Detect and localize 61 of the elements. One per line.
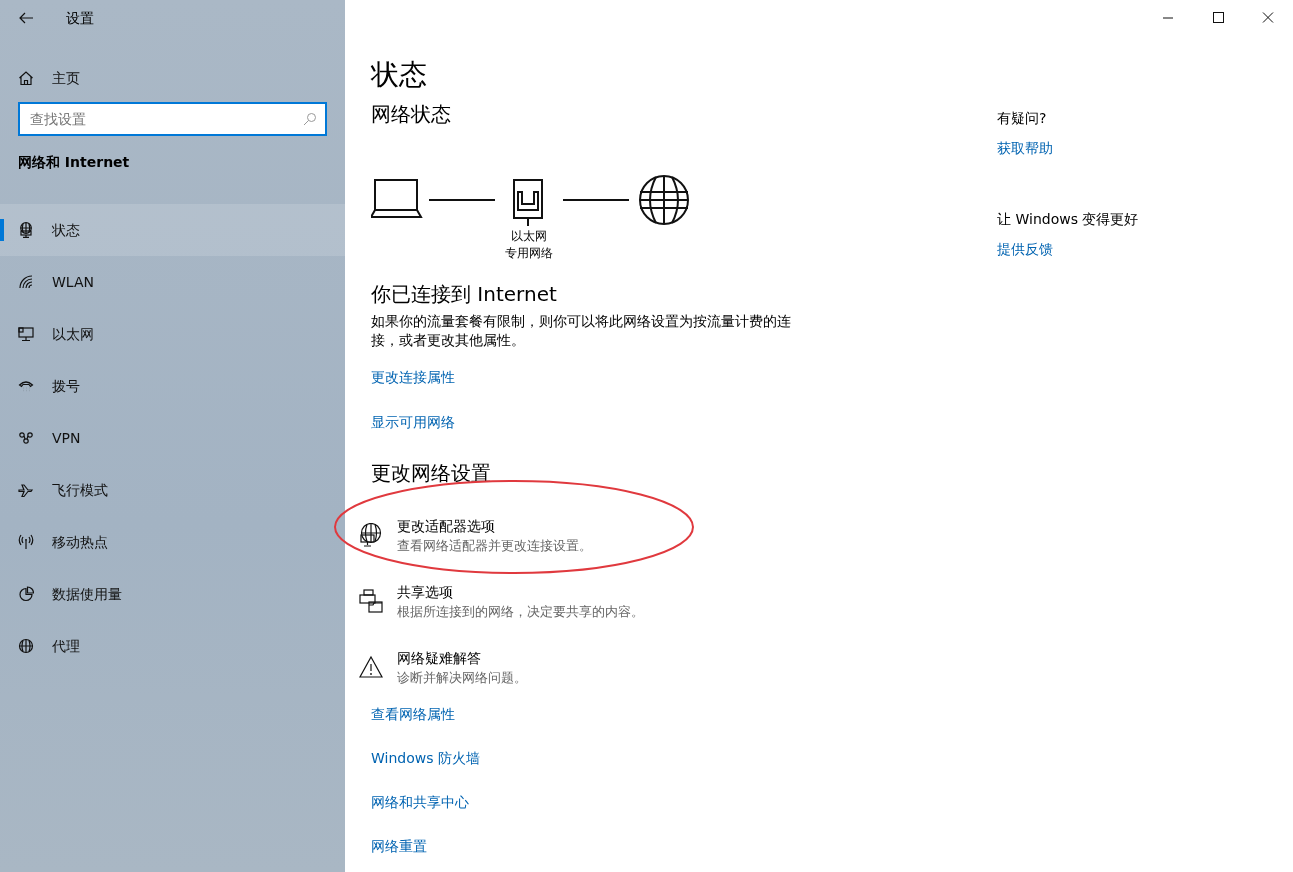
diagram-label: 专用网络 (505, 244, 553, 262)
option-title: 网络疑难解答 (397, 648, 482, 668)
wifi-icon (18, 274, 34, 290)
text-link[interactable]: 网络和共享中心 (371, 791, 469, 813)
connection-line (562, 198, 630, 201)
text-link[interactable]: 显示可用网络 (371, 411, 455, 433)
monitor-icon (18, 326, 34, 342)
maximize-icon (1212, 12, 1224, 24)
nav-item[interactable]: WLAN (0, 256, 345, 308)
option-title: 更改适配器选项 (397, 516, 496, 536)
printer-folder-icon (359, 588, 383, 613)
pie-chart-icon (18, 586, 34, 602)
laptop-icon (371, 178, 423, 218)
option-item[interactable]: 网络疑难解答 诊断并解决网络问题。 (359, 648, 527, 687)
airplane-icon (18, 482, 34, 498)
option-description: 根据所连接到的网络，决定要共享的内容。 (397, 602, 644, 621)
help-link[interactable]: 获取帮助 (997, 138, 1053, 159)
nav-item[interactable]: 拨号 (0, 360, 345, 412)
page-title: 状态 (371, 58, 428, 92)
antenna-icon (18, 534, 34, 550)
text-link[interactable]: 更改连接属性 (371, 366, 455, 388)
option-description: 诊断并解决网络问题。 (397, 668, 527, 687)
nav-item[interactable]: 状态 (0, 204, 345, 256)
option-item[interactable]: 共享选项 根据所连接到的网络，决定要共享的内容。 (359, 582, 644, 621)
help-link[interactable]: 提供反馈 (997, 239, 1053, 260)
description-text: 如果你的流量套餐有限制，则你可以将此网络设置为按流量计费的连接，或者更改其他属性。 (371, 311, 792, 350)
section-heading: 你已连接到 Internet (371, 281, 558, 306)
option-item[interactable]: 更改适配器选项 查看网络适配器并更改连接设置。 (359, 516, 592, 555)
search-field[interactable]: 查找设置 (18, 102, 327, 136)
selection-indicator (0, 219, 4, 241)
close-icon (1262, 12, 1274, 24)
connection-line (428, 198, 496, 201)
globe-monitor-icon (18, 222, 34, 238)
globe-icon (18, 638, 34, 654)
search-icon (303, 112, 317, 126)
nav-item[interactable]: 飞行模式 (0, 464, 345, 516)
nav-item[interactable]: 数据使用量 (0, 568, 345, 620)
ethernet-port-icon (513, 178, 543, 227)
aside-heading: 让 Windows 变得更好 (997, 210, 1139, 229)
nav-item[interactable]: VPN (0, 412, 345, 464)
nav-item[interactable]: 以太网 (0, 308, 345, 360)
warning-icon (359, 654, 383, 679)
window-title: 设置 (66, 8, 94, 28)
globe-icon (639, 174, 689, 225)
nav-item[interactable]: 移动热点 (0, 516, 345, 568)
back-arrow-icon (18, 10, 34, 26)
text-link[interactable]: Windows 防火墙 (371, 747, 480, 769)
aside-heading: 有疑问? (997, 109, 1048, 128)
section-heading: 更改网络设置 (371, 460, 492, 485)
home-icon (18, 70, 34, 86)
globe-monitor-icon (359, 522, 383, 547)
home-nav-item[interactable]: 主页 (0, 52, 345, 104)
nav-item[interactable]: 代理 (0, 620, 345, 672)
section-heading: 网络状态 (371, 101, 452, 126)
option-title: 共享选项 (397, 582, 454, 602)
section-heading: 网络和 Internet (17, 153, 131, 172)
diagram-label: 以太网 (511, 227, 547, 245)
text-link[interactable]: 查看网络属性 (371, 703, 455, 725)
option-description: 查看网络适配器并更改连接设置。 (397, 536, 592, 555)
vpn-icon (18, 430, 34, 446)
text-link[interactable]: 网络重置 (371, 835, 427, 857)
